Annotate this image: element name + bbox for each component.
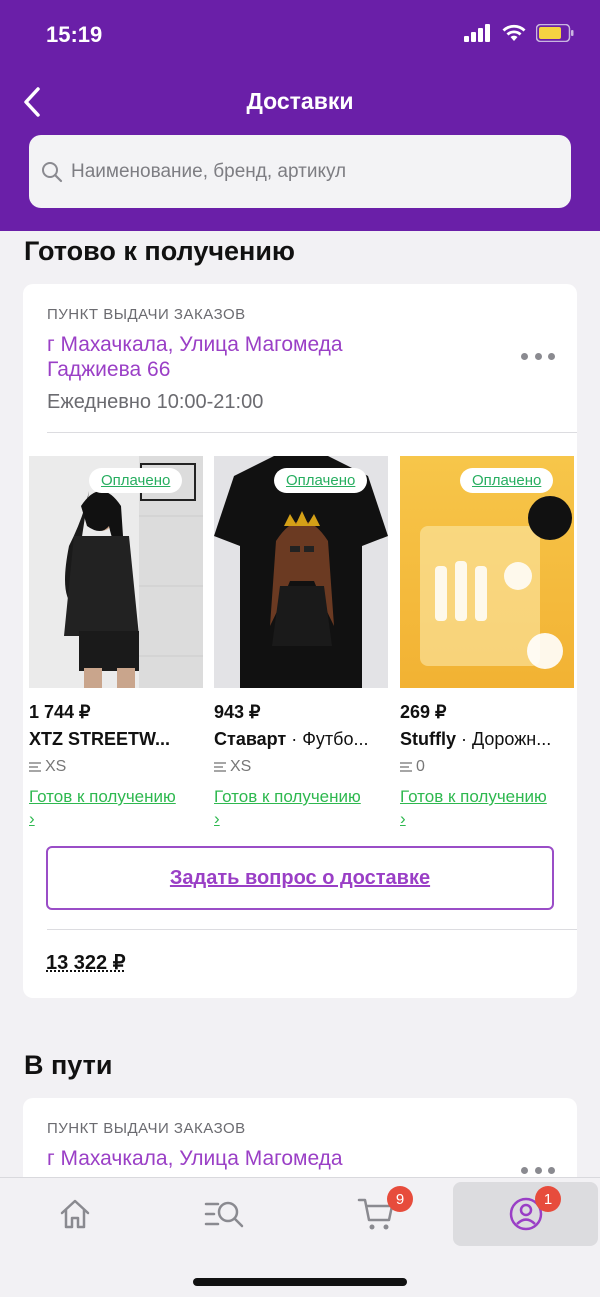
size-icon [214,762,226,772]
signal-icon [464,24,490,42]
chevron-right-icon: › [29,809,35,828]
tab-home[interactable] [2,1182,147,1246]
product-item[interactable]: Оплачено 943 ₽ Ставарт · Футбо... XS Гот… [214,456,388,830]
page-title: Доставки [246,88,354,114]
pickup-address[interactable]: г Махачкала, Улица Магомеда Гаджиева 66 [47,332,407,382]
paid-badge: Оплачено [460,468,554,493]
pickup-label: ПУНКТ ВЫДАЧИ ЗАКАЗОВ [47,1120,246,1137]
size-value: 0 [416,758,425,775]
pickup-hours: Ежедневно 10:00-21:00 [47,391,264,413]
product-category: · Дорожн... [456,729,552,749]
dot-icon [521,1166,528,1174]
pickup-label: ПУНКТ ВЫДАЧИ ЗАКАЗОВ [47,306,246,323]
product-item[interactable]: Оплачено 269 ₽ Stuffly · Дорожн... 0 Гот… [400,456,574,830]
dot-icon [534,352,542,360]
dot-icon [521,352,528,360]
battery-icon [536,24,574,42]
status-time: 15:19 [46,22,103,47]
search-icon [42,161,63,182]
catalog-search-icon [204,1201,243,1228]
search-input[interactable] [71,160,551,183]
wifi-icon [502,24,526,41]
divider [47,929,577,930]
header: 15:19 Доставки [0,0,600,231]
product-image-bottle-set[interactable]: Оплачено [400,456,574,688]
order-total[interactable]: 13 322 ₽ [46,950,125,975]
tab-cart[interactable]: 9 [303,1182,448,1246]
size-value: XS [230,758,252,775]
ask-delivery-question-button[interactable]: Задать вопрос о доставке [46,846,554,910]
home-indicator [193,1278,407,1286]
status-icons [464,24,574,42]
product-size: XS [214,758,388,776]
transit-delivery-card: ПУНКТ ВЫДАЧИ ЗАКАЗОВ г Махачкала, Улица … [23,1098,577,1188]
cart-count-badge: 9 [387,1186,413,1212]
nav-bar: Доставки [0,76,600,128]
product-item[interactable]: Оплачено 1 744 ₽ XTZ STREETW... XS Готов… [29,456,203,830]
chevron-right-icon: › [400,809,406,828]
product-brand: Ставарт [214,729,287,749]
paid-badge: Оплачено [274,468,368,493]
product-category: · Футбо... [286,729,369,749]
product-image-tshirt[interactable]: Оплачено [214,456,388,688]
product-price: 1 744 ₽ [29,702,91,722]
product-size: 0 [400,758,574,776]
status-text: Готов к получению [400,787,547,806]
profile-notification-badge: 1 [535,1186,561,1212]
product-name: Stuffly · Дорожн... [400,729,574,750]
product-price: 269 ₽ [400,702,447,722]
size-value: XS [45,758,67,775]
tab-catalog[interactable] [152,1182,297,1246]
size-icon [29,762,41,772]
transit-section-title: В пути [24,1050,113,1080]
product-price: 943 ₽ [214,702,261,722]
dot-icon [548,1166,555,1174]
product-brand: XTZ STREETW... [29,729,171,749]
dot-icon [534,1166,542,1174]
tab-profile[interactable]: 1 [453,1182,598,1246]
ready-delivery-card: ПУНКТ ВЫДАЧИ ЗАКАЗОВ г Махачкала, Улица … [23,284,577,998]
status-text: Готов к получению [29,787,176,806]
paid-badge: Оплачено [89,468,183,493]
ready-status-link[interactable]: Готов к получению › [214,786,388,830]
ready-status-link[interactable]: Готов к получению › [29,786,203,830]
search-bar[interactable] [29,135,571,208]
product-name: XTZ STREETW... [29,729,203,750]
product-size: XS [29,758,203,776]
ready-section-title: Готово к получению [24,236,295,266]
more-options-button[interactable] [521,346,555,366]
status-bar: 15:19 [0,0,600,70]
status-text: Готов к получению [214,787,361,806]
pickup-address[interactable]: г Махачкала, Улица Магомеда [47,1146,407,1171]
ready-status-link[interactable]: Готов к получению › [400,786,574,830]
home-icon [60,1199,89,1229]
product-image-hoodie[interactable]: Оплачено [29,456,203,688]
divider [47,432,577,433]
size-icon [400,762,412,772]
product-name: Ставарт · Футбо... [214,729,388,750]
chevron-right-icon: › [214,809,220,828]
product-brand: Stuffly [400,729,456,749]
dot-icon [548,352,555,360]
